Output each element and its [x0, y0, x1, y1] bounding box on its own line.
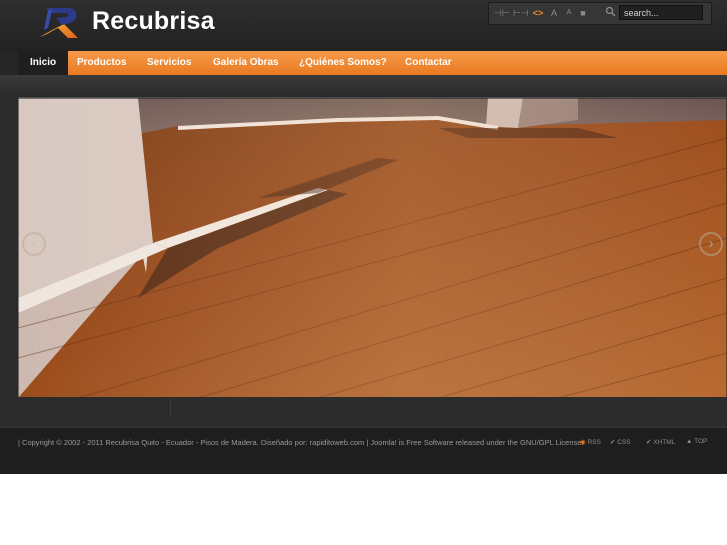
top-label: TOP — [694, 438, 708, 445]
slideshow-prev-arrow[interactable]: ‹ — [22, 232, 46, 256]
image-slideshow: ‹ › — [18, 97, 727, 398]
xhtml-link[interactable]: ✔ XHTML — [646, 438, 675, 446]
decrease-width-icon[interactable]: ⊣⊢ — [494, 6, 510, 20]
main-nav: Inicio Productos Servicios Galería Obras… — [18, 51, 727, 75]
font-smaller-icon[interactable]: A — [564, 6, 574, 20]
check-icon: ✔ — [646, 439, 652, 446]
nav-item-productos[interactable]: Productos — [77, 51, 126, 75]
arrow-up-icon: ▲ — [686, 438, 693, 445]
slide-image-wood-floor — [18, 98, 727, 398]
copyright-text: | Copyright © 2002 - 2011 Recubrisa Quit… — [18, 438, 584, 447]
nav-item-servicios[interactable]: Servicios — [147, 51, 191, 75]
logo[interactable]: Recubrisa — [38, 4, 238, 40]
stop-icon[interactable]: ■ — [578, 6, 588, 20]
site-wrapper: Recubrisa ⊣⊢ ⊢⊣ <> A A ■ Inicio Producto… — [0, 0, 727, 474]
nav-item-contactar[interactable]: Contactar — [405, 51, 452, 75]
slideshow-next-arrow[interactable]: › — [699, 232, 723, 256]
rss-label: RSS — [587, 439, 601, 446]
logo-r-mark-icon — [40, 8, 78, 38]
code-icon[interactable]: <> — [532, 6, 544, 20]
nav-item-inicio[interactable]: Inicio — [18, 51, 69, 75]
xhtml-label: XHTML — [653, 439, 676, 446]
side-strip — [0, 97, 18, 400]
divider — [170, 400, 171, 416]
check-icon: ✔ — [610, 439, 616, 446]
rss-link[interactable]: ◉ RSS — [580, 438, 601, 446]
footer: | Copyright © 2002 - 2011 Recubrisa Quit… — [0, 427, 727, 474]
increase-width-icon[interactable]: ⊢⊣ — [513, 6, 529, 20]
search-icon — [605, 6, 616, 17]
header: Recubrisa ⊣⊢ ⊢⊣ <> A A ■ — [0, 0, 727, 51]
css-link[interactable]: ✔ CSS — [610, 438, 631, 446]
search-input[interactable] — [619, 5, 703, 20]
css-label: CSS — [617, 439, 631, 446]
style-toolbar: ⊣⊢ ⊢⊣ <> A A ■ — [488, 2, 712, 25]
sub-navigation-bar — [0, 75, 727, 97]
font-larger-icon[interactable]: A — [549, 6, 559, 20]
top-link[interactable]: ▲ TOP — [686, 438, 707, 445]
nav-item-galeria-obras[interactable]: Galería Obras — [213, 51, 279, 75]
logo-text: Recubrisa — [92, 7, 215, 35]
rss-icon: ◉ — [580, 439, 586, 446]
content-bottom-bar — [0, 397, 727, 427]
nav-item-quienes-somos[interactable]: ¿Quiénes Somos? — [299, 51, 387, 75]
